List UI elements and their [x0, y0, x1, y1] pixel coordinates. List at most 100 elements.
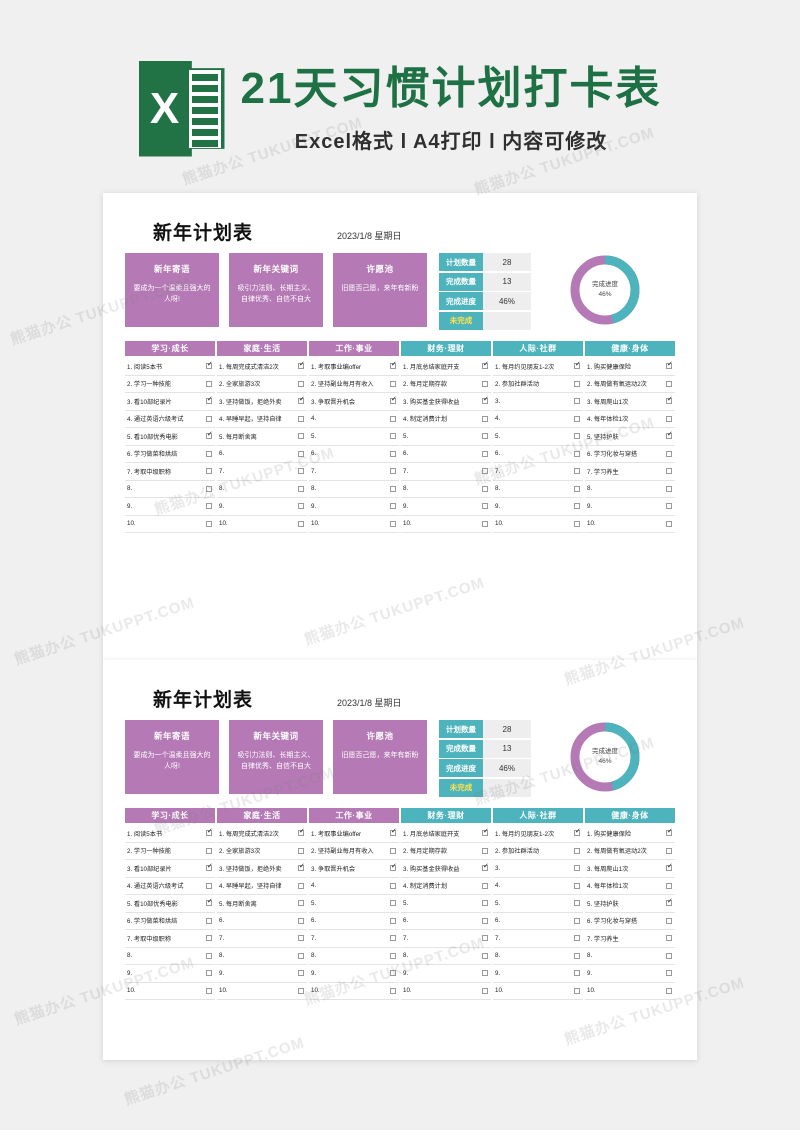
goal-checkbox[interactable]	[666, 396, 673, 405]
goal-row[interactable]: 7.	[401, 930, 491, 948]
goal-checkbox[interactable]	[298, 935, 304, 942]
goal-checkbox[interactable]	[574, 917, 580, 924]
goal-checkbox[interactable]	[666, 361, 673, 370]
goal-row[interactable]: 8.	[309, 948, 399, 965]
goal-row[interactable]: 3. 坚持做饭，拒绝外卖	[217, 393, 307, 411]
goal-checkbox[interactable]	[206, 882, 212, 889]
card-wishing-pool[interactable]: 许愿池 旧愿否己愿，来年有新盼	[333, 253, 427, 327]
goal-row[interactable]: 6. 学习化妆与穿搭	[585, 446, 675, 463]
goal-checkbox[interactable]	[206, 847, 212, 854]
goal-checkbox[interactable]	[298, 503, 304, 510]
goal-row[interactable]: 9.	[217, 498, 307, 516]
goal-checkbox[interactable]	[206, 917, 212, 924]
goal-row[interactable]: 8.	[309, 481, 399, 498]
goal-row[interactable]: 2. 每周做有氧运动2次	[585, 843, 675, 860]
goal-row[interactable]: 1. 购买健康保险	[585, 825, 675, 843]
goal-checkbox[interactable]	[482, 450, 488, 457]
goal-row[interactable]: 7.	[217, 463, 307, 481]
goal-row[interactable]: 5.	[309, 895, 399, 913]
goal-row[interactable]: 2. 学习一种技能	[125, 843, 215, 860]
goal-checkbox[interactable]	[666, 450, 672, 457]
goal-row[interactable]: 6. 学习做菜和烘焙	[125, 446, 215, 463]
goal-row[interactable]: 5.	[493, 428, 583, 446]
goal-checkbox[interactable]	[298, 900, 304, 907]
goal-row[interactable]: 6.	[401, 913, 491, 930]
goal-row[interactable]: 2. 坚持副业每月有收入	[309, 376, 399, 393]
goal-checkbox[interactable]	[666, 520, 672, 527]
goal-row[interactable]: 6. 学习做菜和烘焙	[125, 913, 215, 930]
card-wishing-pool[interactable]: 许愿池 旧愿否己愿，来年有新盼	[333, 720, 427, 794]
goal-row[interactable]: 1. 月底总结家庭开支	[401, 358, 491, 376]
goal-checkbox[interactable]	[574, 952, 580, 959]
goal-checkbox[interactable]	[482, 361, 489, 370]
goal-checkbox[interactable]	[390, 415, 396, 422]
goal-row[interactable]: 3.	[493, 393, 583, 411]
goal-row[interactable]: 6.	[493, 446, 583, 463]
goal-row[interactable]: 1. 月底总结家庭开支	[401, 825, 491, 843]
card-new-year-keywords[interactable]: 新年关键词 吸引力法则、长期主义、自律优秀、自信不自大	[229, 253, 323, 327]
goal-checkbox[interactable]	[206, 970, 212, 977]
goal-row[interactable]: 9.	[125, 498, 215, 516]
goal-checkbox[interactable]	[298, 361, 305, 370]
goal-row[interactable]: 5. 每月断舍离	[217, 428, 307, 446]
goal-checkbox[interactable]	[206, 468, 212, 475]
goal-checkbox[interactable]	[482, 935, 488, 942]
goal-checkbox[interactable]	[574, 361, 581, 370]
goal-row[interactable]: 7.	[309, 930, 399, 948]
goal-checkbox[interactable]	[482, 485, 488, 492]
goal-checkbox[interactable]	[666, 415, 672, 422]
goal-checkbox[interactable]	[666, 503, 672, 510]
goal-checkbox[interactable]	[482, 433, 488, 440]
goal-checkbox[interactable]	[666, 380, 672, 387]
goal-checkbox[interactable]	[298, 396, 305, 405]
goal-checkbox[interactable]	[482, 863, 489, 872]
goal-row[interactable]: 3. 坚持做饭，拒绝外卖	[217, 860, 307, 878]
goal-row[interactable]: 2. 全家旅游3次	[217, 843, 307, 860]
goal-checkbox[interactable]	[574, 882, 580, 889]
goal-checkbox[interactable]	[206, 503, 212, 510]
goal-checkbox[interactable]	[298, 450, 304, 457]
goal-row[interactable]: 4. 制定消费计划	[401, 878, 491, 895]
goal-checkbox[interactable]	[574, 828, 581, 837]
goal-row[interactable]: 2. 每月定期存款	[401, 376, 491, 393]
goal-checkbox[interactable]	[298, 433, 304, 440]
goal-row[interactable]: 8.	[401, 481, 491, 498]
goal-checkbox[interactable]	[574, 970, 580, 977]
goal-checkbox[interactable]	[206, 415, 212, 422]
goal-row[interactable]: 4. 通过英语六级考试	[125, 411, 215, 428]
goal-row[interactable]: 9.	[493, 965, 583, 983]
goal-row[interactable]: 4. 每年体检1次	[585, 878, 675, 895]
goal-checkbox[interactable]	[666, 952, 672, 959]
goal-row[interactable]: 2. 每周做有氧运动2次	[585, 376, 675, 393]
goal-checkbox[interactable]	[482, 952, 488, 959]
goal-row[interactable]: 8.	[217, 481, 307, 498]
goal-checkbox[interactable]	[666, 898, 673, 907]
goal-checkbox[interactable]	[298, 847, 304, 854]
goal-checkbox[interactable]	[206, 863, 213, 872]
goal-checkbox[interactable]	[574, 468, 580, 475]
goal-row[interactable]: 5. 坚持护肤	[585, 895, 675, 913]
goal-row[interactable]: 5.	[401, 428, 491, 446]
goal-row[interactable]: 5. 看10部优秀电影	[125, 895, 215, 913]
goal-checkbox[interactable]	[206, 898, 213, 907]
goal-row[interactable]: 3. 争取晋升机会	[309, 393, 399, 411]
goal-checkbox[interactable]	[206, 828, 213, 837]
goal-row[interactable]: 6.	[217, 446, 307, 463]
goal-checkbox[interactable]	[390, 863, 397, 872]
goal-row[interactable]: 9.	[493, 498, 583, 516]
goal-row[interactable]: 8.	[401, 948, 491, 965]
card-new-year-message[interactable]: 新年寄语 要成为一个温柔且强大的人呀!	[125, 253, 219, 327]
goal-checkbox[interactable]	[390, 433, 396, 440]
goal-checkbox[interactable]	[390, 847, 396, 854]
goal-row[interactable]: 9.	[309, 498, 399, 516]
goal-row[interactable]: 4. 早睡早起，坚持自律	[217, 411, 307, 428]
goal-row[interactable]: 7. 考取中级职称	[125, 930, 215, 948]
goal-row[interactable]: 10.	[401, 983, 491, 1000]
goal-checkbox[interactable]	[666, 863, 673, 872]
goal-row[interactable]: 2. 参加社群活动	[493, 376, 583, 393]
goal-checkbox[interactable]	[390, 952, 396, 959]
goal-row[interactable]: 5. 每月断舍离	[217, 895, 307, 913]
goal-row[interactable]: 9.	[401, 498, 491, 516]
goal-checkbox[interactable]	[390, 485, 396, 492]
goal-row[interactable]: 8.	[217, 948, 307, 965]
